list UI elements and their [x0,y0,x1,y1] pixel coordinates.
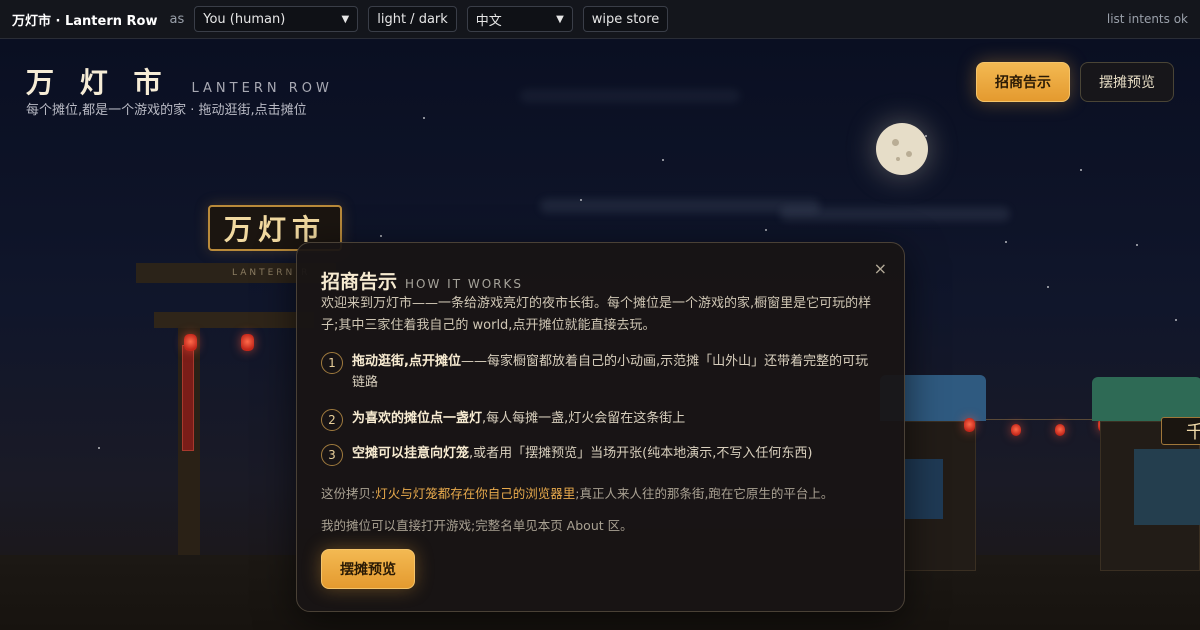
storage-note-prefix: 这份拷贝: [321,486,376,501]
star [1136,244,1138,246]
step-number: 2 [321,409,343,431]
star [98,447,100,449]
how-it-works-modal: × 招商告示 HOW IT WORKS 欢迎来到万灯市——一条给游戏亮灯的夜市长… [296,242,905,612]
star [765,229,767,231]
step-item: 3 空摊可以挂意向灯笼,或者用「摆摊预览」当场开张(纯本地演示,不写入任何东西) [321,443,812,466]
moon-crater [906,151,912,157]
gate-crossbeam [154,312,314,328]
close-icon[interactable]: × [874,259,887,278]
storage-note: 这份拷贝:灯火与灯笼都存在你自己的浏览器里;真正人来人往的那条街,跑在它原生的平… [321,483,833,502]
modal-intro: 欢迎来到万灯市——一条给游戏亮灯的夜市长街。每个摊位是一个游戏的家,橱窗里是它可… [321,296,872,333]
step-number: 3 [321,444,343,466]
moon-crater [892,139,899,146]
page-title-zh: 万 灯 市 [26,66,170,99]
modal-title-zh: 招商告示 [321,271,398,293]
wipe-store-button[interactable]: wipe store [582,6,669,32]
modal-title-en: HOW IT WORKS [405,277,523,291]
star [380,235,382,237]
cloud [520,89,740,103]
page-title: 万 灯 市 LANTERN ROW [26,61,333,101]
step-text: 为喜欢的摊位点一盏灯,每人每摊一盏,灯火会留在这条街上 [352,408,685,431]
step-number: 1 [321,352,343,374]
theme-toggle-button[interactable]: light / dark [368,6,457,32]
page-subtitle: 每个摊位,都是一个游戏的家 · 拖动逛街,点击摊位 [26,103,307,118]
cloud [780,207,1010,221]
modal-title: 招商告示 HOW IT WORKS [321,267,523,294]
step-bold: 拖动逛街,点开摊位 [352,354,461,369]
step-text: 空摊可以挂意向灯笼,或者用「摆摊预览」当场开张(纯本地演示,不写入任何东西) [352,443,812,466]
star [1175,319,1177,321]
lantern[interactable] [964,418,975,432]
lantern[interactable] [184,334,197,351]
stall-preview-button[interactable]: 摆摊预览 [1080,62,1174,102]
step-item: 2 为喜欢的摊位点一盏灯,每人每摊一盏,灯火会留在这条街上 [321,408,685,431]
storage-note-suffix: ;真正人来人往的那条街,跑在它原生的平台上。 [575,486,834,501]
language-select-value: 中文 [475,13,502,29]
gate-banner [182,345,194,451]
step-detail: ,或者用「摆摊预览」当场开张(纯本地演示,不写入任何东西) [469,446,813,461]
page-title-en: LANTERN ROW [191,81,333,96]
lantern[interactable] [1055,424,1065,436]
lantern[interactable] [1011,424,1021,436]
role-select[interactable]: You (human) ▼ [194,6,359,32]
star [1005,241,1007,243]
notice-button[interactable]: 招商告示 [976,62,1070,102]
about-note: 我的摊位可以直接打开游戏;完整名单见本页 About 区。 [321,518,633,533]
step-text: 拖动逛街,点开摊位——每家橱窗都放着自己的小动画,示范摊「山外山」还带着完整的可… [352,351,877,393]
modal-stall-preview-button[interactable]: 摆摊预览 [321,549,415,589]
star [1080,169,1082,171]
status-text: list intents ok [1106,12,1188,26]
language-select[interactable]: 中文 ▼ [466,6,573,32]
stall-sign[interactable]: 千 [1161,417,1200,445]
app-brand: 万灯市 · Lantern Row [12,13,158,29]
star [662,159,664,161]
top-toolbar: 万灯市 · Lantern Row as You (human) ▼ light… [0,0,1200,39]
stall-window [1134,449,1200,525]
chevron-down-icon: ▼ [556,13,564,25]
as-label: as [169,11,185,27]
star [1047,286,1049,288]
step-bold: 空摊可以挂意向灯笼 [352,446,470,461]
step-bold: 为喜欢的摊位点一盏灯 [352,411,483,426]
storage-note-highlight: 灯火与灯笼都存在你自己的浏览器里 [375,486,576,501]
lantern[interactable] [241,334,254,351]
chevron-down-icon: ▼ [341,13,350,25]
star [423,117,425,119]
moon [876,123,928,175]
moon-crater [896,157,900,161]
cloud [540,199,820,213]
stall-roof[interactable] [1092,377,1200,421]
stall-window [905,459,943,519]
role-select-value: You (human) [203,11,286,27]
step-item: 1 拖动逛街,点开摊位——每家橱窗都放着自己的小动画,示范摊「山外山」还带着完整… [321,351,877,393]
step-detail: ,每人每摊一盏,灯火会留在这条街上 [482,411,686,426]
